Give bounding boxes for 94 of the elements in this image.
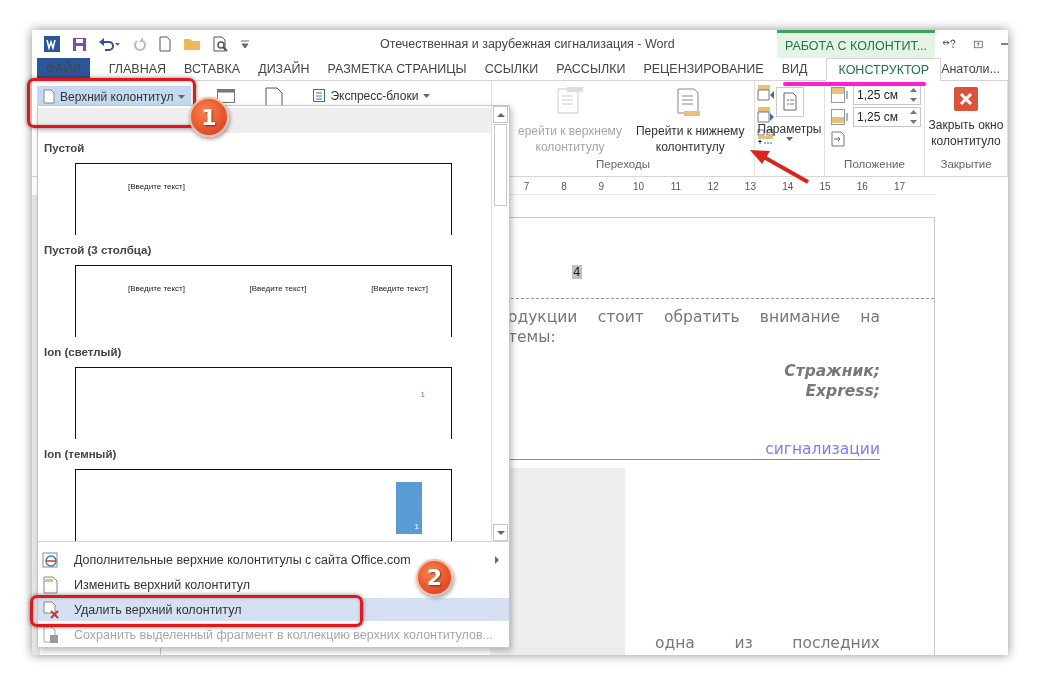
ribbon-tab[interactable]: КОНСТРУКТОР [826, 58, 942, 81]
group-label: Положение [844, 158, 905, 172]
ribbon-tab[interactable]: РЕЦЕНЗИРОВАНИЕ [634, 58, 773, 80]
dropdown-caret-icon [786, 137, 793, 141]
list-item-text: Стражник; [783, 361, 880, 381]
ruler-number: 11 [669, 180, 683, 194]
new-document-icon[interactable] [159, 36, 171, 52]
globe-page-icon [42, 550, 60, 569]
ruler-number: 17 [893, 180, 907, 194]
ruler-number: 13 [743, 180, 757, 194]
field-value: 1,25 см [857, 110, 898, 124]
header-preview[interactable]: [Введите текст] [Введите текст] [Введите текст] [75, 265, 452, 337]
scroll-thumb[interactable] [494, 124, 507, 206]
menu-item[interactable]: Изменить верхний колонтитул [38, 573, 259, 596]
ribbon-tab[interactable]: РАЗМЕТКА СТРАНИЦЫ [318, 58, 476, 80]
menu-item-label: Удалить верхний колонтитул [74, 602, 243, 617]
gallery-item-title: Ion (темный) [43, 447, 118, 462]
caret-icon [423, 93, 431, 98]
menu-item-label: Изменить верхний колонтитул [74, 577, 251, 592]
caret-icon [178, 94, 186, 99]
gallery-item-title: Пустой [43, 141, 86, 156]
options-page-icon [775, 87, 804, 117]
ruler-number: 10 [631, 180, 646, 194]
margin-icon [831, 87, 849, 103]
ruler-number: 12 [706, 180, 720, 194]
previous-section-icon[interactable] [756, 85, 775, 101]
ruler-number: 9 [597, 180, 605, 194]
spin-arrows-icon[interactable] [910, 110, 917, 124]
navigation-button[interactable]: Перейти к нижнему колонтитулу [634, 85, 747, 157]
print-preview-icon[interactable] [213, 36, 229, 52]
ribbon-tab[interactable]: ДИЗАЙН [249, 58, 319, 80]
help-icon[interactable] [943, 38, 957, 50]
ribbon-display-icon[interactable] [974, 38, 983, 50]
user-name[interactable]: Анатоли... [941, 58, 1000, 80]
page-icon [42, 575, 60, 594]
header-preview[interactable]: 1 [75, 367, 452, 439]
save-icon[interactable] [72, 36, 87, 52]
header-dropdown-button[interactable]: Верхний колонтитул [37, 86, 192, 107]
spin-field[interactable]: 1,25 см [853, 107, 921, 127]
page-delete-icon [42, 600, 60, 619]
ruler-number: 7 [522, 180, 531, 194]
window-title: Отечественная и зарубежная сигнализация - Word [380, 37, 675, 51]
body-text-line: одна из последних [655, 634, 880, 652]
gallery-item-title: Ion (светлый) [43, 345, 123, 360]
preview-page-number: 1 [420, 390, 425, 399]
placeholder-text: [Введите текст] [249, 284, 307, 294]
ribbon-tab[interactable]: ВИД [772, 58, 817, 80]
minimize-icon[interactable] [1000, 43, 1008, 45]
placeholder-text: [Введите текст] [128, 182, 185, 192]
menu-item-label: Сохранить выделенный фрагмент в коллекцию верхних колонтитулов... [74, 627, 494, 642]
quick-parts-button[interactable]: Экспресс-блоки [309, 85, 435, 106]
body-text-line: одукции стоит обратить внимание на [508, 307, 880, 327]
undo-icon[interactable] [99, 37, 121, 51]
options-button[interactable]: Параметры [755, 85, 824, 143]
placeholder-text: [Введите текст] [128, 284, 185, 294]
spin-arrows-icon[interactable] [910, 88, 917, 102]
save-page-icon [42, 625, 60, 644]
page-number-block [396, 482, 422, 534]
ribbon-tab[interactable]: ВСТАВКА [175, 58, 250, 80]
close-header-button[interactable]: Закрыть окно колонтитуло [926, 85, 1006, 151]
scroll-up-icon[interactable] [496, 112, 505, 117]
group-label: Закрытие [940, 158, 992, 172]
group-label: Переходы [596, 158, 650, 172]
placeholder-text: [Введите текст] [371, 284, 428, 294]
header-preview[interactable]: [Введите текст] [75, 163, 452, 235]
list-item-text: Express; [804, 381, 880, 401]
menu-item[interactable]: Удалить верхний колонтитул [38, 598, 509, 621]
menu-item-label: Дополнительные верхние колонтитулы с сайта Office.com [74, 552, 411, 567]
ribbon-tab[interactable]: ГЛАВНАЯ [99, 58, 176, 80]
app-logo-icon [44, 36, 60, 52]
calendar-icon[interactable] [217, 89, 236, 103]
margin-icon [831, 109, 849, 125]
menu-item[interactable]: Дополнительные верхние колонтитулы с сайта Office.com [38, 548, 419, 571]
gallery-item-title: Пустой (3 столбца) [43, 243, 153, 258]
ruler-number: 15 [818, 180, 832, 194]
ruler-number: 16 [855, 180, 869, 194]
preview-page-number: 1 [414, 522, 419, 531]
scroll-down-icon[interactable] [496, 530, 505, 535]
field-value: 1,25 см [857, 88, 898, 102]
ribbon-tab[interactable]: ССЫЛКИ [475, 58, 548, 80]
callout-arrow [750, 150, 809, 184]
blocks-icon [313, 89, 326, 102]
header-page-icon [555, 87, 585, 117]
alignment-tab-icon[interactable] [831, 131, 845, 147]
next-section-icon[interactable] [756, 107, 775, 123]
page-number: 4 [572, 265, 582, 279]
scrollbar[interactable] [491, 106, 509, 541]
ruler-number: 14 [781, 180, 795, 194]
body-text-line: темы: [508, 327, 557, 347]
contextual-tab-label: РАБОТА С КОЛОНТИТ... [777, 30, 935, 58]
customize-caret-icon[interactable] [241, 40, 249, 48]
ruler-number: 8 [560, 180, 568, 194]
ribbon-tab[interactable]: РАССЫЛКИ [547, 58, 635, 80]
close-icon [954, 87, 978, 111]
